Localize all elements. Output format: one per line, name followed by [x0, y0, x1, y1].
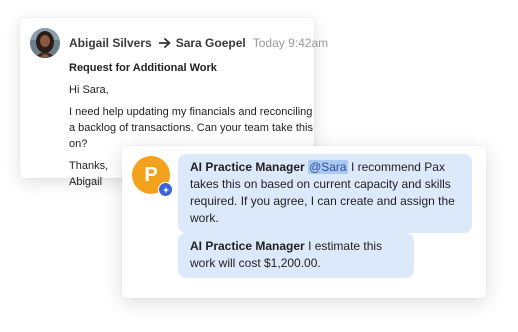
recipient-name: Sara Goepel: [175, 36, 246, 50]
email-subject: Request for Additional Work: [69, 62, 217, 74]
message-author: AI Practice Manager: [190, 160, 305, 174]
ai-chat-card[interactable]: P AI Practice Manager @Sara I recommend …: [122, 146, 486, 298]
ai-message-bubble: AI Practice Manager I estimate this work…: [178, 233, 414, 278]
email-signoff-line: Thanks,: [69, 160, 109, 172]
sender-name: Abigail Silvers: [69, 36, 152, 50]
arrow-right-icon: [158, 38, 171, 48]
email-header: Abigail Silvers Sara Goepel Today 9:42am: [30, 28, 328, 58]
email-greeting: Hi Sara,: [69, 84, 109, 96]
ai-sparkle-icon: [158, 182, 173, 197]
message-author: AI Practice Manager: [190, 239, 305, 253]
ai-message-bubble: AI Practice Manager @Sara I recommend Pa…: [178, 154, 472, 233]
stage: Abigail Silvers Sara Goepel Today 9:42am…: [0, 0, 518, 332]
email-signature: Abigail: [69, 176, 103, 188]
ai-avatar-letter: P: [144, 163, 158, 186]
sender-avatar: [30, 28, 60, 58]
email-timestamp: Today 9:42am: [252, 36, 329, 50]
mention-tag[interactable]: @Sara: [308, 160, 348, 174]
email-message: I need help updating my financials and r…: [69, 106, 313, 150]
